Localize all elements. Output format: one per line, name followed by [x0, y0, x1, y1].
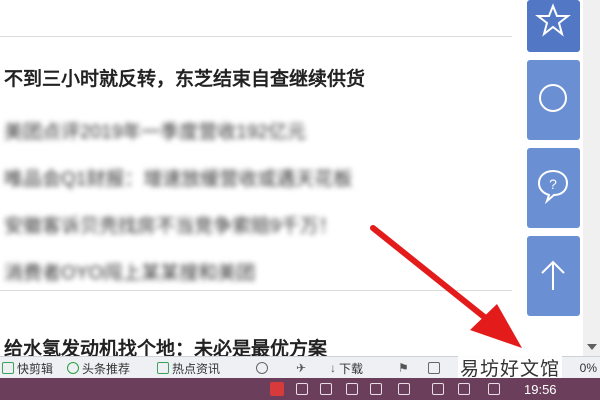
play-icon	[67, 362, 79, 374]
speed-button[interactable]	[256, 360, 268, 376]
divider	[0, 290, 512, 291]
taskbar-tray-icon[interactable]	[346, 383, 358, 395]
watermark: 易坊好文馆	[458, 354, 563, 381]
taskbar-tray-icon[interactable]	[398, 383, 410, 395]
divider	[0, 36, 512, 37]
vertical-scrollbar[interactable]	[583, 0, 600, 356]
taskbar-tray-icon[interactable]	[458, 383, 470, 395]
zoom-level[interactable]: 0%	[580, 361, 597, 375]
download-button[interactable]: ↓ 下载	[330, 360, 363, 376]
pin-button[interactable]: ✈	[296, 360, 306, 376]
news-headline-2[interactable]: 给水氢发动机找个地：未必是最优方案	[4, 334, 327, 356]
news-item-4[interactable]: 消费者OYO闯上某某搜和美团	[4, 258, 255, 285]
scroll-down-icon[interactable]	[587, 344, 597, 350]
news-panel: 不到三小时就反转，东芝结束自查继续供货 美团点评2019年一季度营收192亿元 …	[0, 0, 520, 356]
hot-news-button[interactable]: 热点资讯	[157, 360, 220, 376]
speedometer-icon	[256, 362, 268, 374]
news-item-3[interactable]: 安徽客诉贝壳找房不当竞争索赔9千万！	[4, 211, 338, 238]
flag-icon: ⚑	[398, 361, 409, 375]
taskbar-clock[interactable]: 19:56	[524, 382, 557, 397]
window-icon	[428, 362, 440, 374]
taskbar-tray-icon[interactable]	[296, 383, 308, 395]
star-icon	[535, 3, 571, 37]
back-to-top-arrow-icon	[541, 260, 565, 290]
back-to-top-button[interactable]	[527, 236, 580, 316]
taskbar-app-icon[interactable]	[270, 382, 284, 396]
help-button[interactable]: ?	[527, 148, 580, 228]
scissors-icon	[2, 362, 14, 374]
flag-button[interactable]: ⚑	[398, 360, 409, 376]
taskbar-tray-icon[interactable]	[488, 383, 500, 395]
headline-recommend-button[interactable]: 头条推荐	[67, 360, 130, 376]
taskbar-tray-icon[interactable]	[320, 383, 332, 395]
quick-cut-button[interactable]: 快剪辑	[2, 360, 53, 376]
taskbar: 19:56	[0, 378, 600, 400]
taskbar-tray-icon[interactable]	[432, 383, 444, 395]
help-question-icon: ?	[537, 169, 569, 205]
comment-button[interactable]	[527, 60, 580, 140]
window-button[interactable]	[428, 360, 440, 376]
favorite-button[interactable]	[527, 0, 580, 52]
chat-bubble-icon	[539, 84, 567, 112]
download-arrow-icon: ↓	[330, 361, 336, 375]
taskbar-tray-icon[interactable]	[370, 383, 382, 395]
news-icon	[157, 362, 169, 374]
news-item-1[interactable]: 美团点评2019年一季度营收192亿元	[4, 117, 306, 144]
news-item-2[interactable]: 唯品会Q1财报：增速放缓营收或遇天花板	[4, 164, 352, 191]
news-headline-1[interactable]: 不到三小时就反转，东芝结束自查继续供货	[4, 64, 365, 91]
svg-text:?: ?	[549, 176, 557, 192]
pin-icon: ✈	[296, 361, 307, 375]
